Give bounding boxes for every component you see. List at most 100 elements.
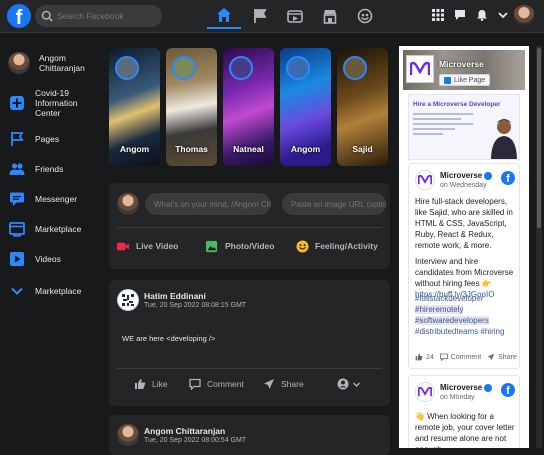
story-card[interactable]: Sajid [337,48,388,166]
ad-text-lines [413,113,473,138]
store-icon [323,10,337,24]
hashtag-link[interactable]: #hiring [480,327,504,336]
hashtag-link[interactable]: #fullstackdeveloper [415,294,483,303]
avatar [117,193,139,215]
post-author[interactable]: Angom Chittaranjan [144,426,225,436]
post-text: Hire full-stack developers, like Sajid, … [415,197,513,250]
post-page-name[interactable]: Microverse [440,171,493,180]
plus-icon [8,94,26,112]
image-url-input[interactable] [282,193,386,215]
verified-icon [484,383,493,392]
like-button[interactable]: Like [134,378,168,390]
watch-tab[interactable] [278,3,312,29]
story-name: Sajid [352,144,373,154]
hashtag-link[interactable]: #distributedteams [415,327,478,336]
comment-button[interactable]: Comment [451,354,481,361]
post-page-name[interactable]: Microverse [440,383,493,392]
microverse-logo-icon[interactable] [406,55,434,83]
post-actions: 24 Comment Share [415,353,517,361]
post-timestamp: Tue, 20 Sep 2022 08:00:54 GMT [144,437,247,444]
author-logo-icon [122,294,134,306]
sidebar-item-covid[interactable]: Covid-19 Information Center [8,88,100,118]
post-date: on Monday [440,394,475,401]
feed-post: Angom Chittaranjan Tue, 20 Sep 2022 08:0… [109,415,390,455]
page-plugin-panel: Microverse Like Page Hire a Microverse D… [399,46,529,448]
comment-button[interactable]: Comment [189,378,244,390]
home-icon [217,8,231,22]
pages-tab[interactable] [243,3,277,29]
chevron-down-icon [498,12,508,19]
sidebar-item-messenger[interactable]: Messenger [8,190,100,208]
store-icon [8,220,26,238]
post-hashtags: #fullstackdeveloper #hireremotely #softw… [415,293,519,337]
facebook-icon[interactable]: f [501,383,515,397]
grid-icon [432,9,444,21]
status-input[interactable] [145,193,271,215]
post-timestamp: Tue, 20 Sep 2022 08:08:15 GMT [144,302,247,309]
groups-tab[interactable] [348,3,382,29]
sidebar-item-label: Marketplace [35,224,82,234]
story-name: Angom [290,144,321,154]
audience-selector[interactable] [337,378,361,390]
sidebar-item-pages[interactable]: Pages [8,130,100,148]
story-avatar [343,56,367,80]
sidebar-item-profile[interactable]: Angom Chittaranjan [8,52,100,74]
sidebar-item-marketplace[interactable]: Marketplace [8,220,100,238]
ad-person-image [491,117,517,159]
sidebar-item-see-more[interactable]: Marketplace [8,282,100,300]
search-input[interactable] [57,11,157,21]
home-tab[interactable] [207,3,241,29]
sidebar-item-videos[interactable]: Videos [8,250,100,268]
thumbs-up-icon [135,379,146,389]
story-card[interactable]: Angom [280,48,331,166]
feeling-activity-button[interactable]: Feeling/Activity [296,237,378,255]
menu-grid-button[interactable] [431,8,445,22]
notifications-button[interactable] [475,8,489,22]
share-button[interactable]: Share [263,378,304,390]
smile-icon [296,239,309,253]
avatar [8,52,30,74]
facebook-icon[interactable]: f [501,171,515,185]
story-card[interactable]: Natneal [223,48,274,166]
story-card[interactable]: Angom [109,48,160,166]
story-card[interactable]: Thomas [166,48,217,166]
scrollbar-thumb[interactable] [537,48,541,228]
chevron-down-icon [353,382,360,387]
ad-title: Hire a Microverse Developer [413,101,501,108]
flag-icon [8,130,26,148]
facebook-logo[interactable]: f [7,4,31,28]
ad-image[interactable]: Hire a Microverse Developer [408,94,520,160]
messenger-button[interactable] [453,8,467,22]
photo-video-button[interactable]: Photo/Video [206,237,274,255]
hashtag-link[interactable]: #hireremotely [415,305,464,314]
microverse-logo-icon[interactable] [415,170,435,190]
share-button[interactable]: Share [498,354,517,361]
post-composer: Live Video Photo/Video Feeling/Activity [109,183,390,269]
marketplace-tab[interactable] [313,3,347,29]
like-page-button[interactable]: Like Page [439,74,491,86]
live-video-button[interactable]: Live Video [117,237,178,255]
gaming-icon [357,8,373,24]
comment-label: Comment [207,379,244,389]
thumbs-up-icon [415,353,423,361]
search-box[interactable] [35,5,162,27]
flag-icon [254,9,267,23]
microverse-logo-icon[interactable] [415,382,435,402]
hashtag-link[interactable]: #softwaredevelopers [415,316,489,325]
chevron-down-icon [8,282,26,300]
story-avatar [229,56,253,80]
post-body: WE are here <developing /> [122,334,216,343]
profile-avatar[interactable] [513,5,535,27]
post-date: on Wednesday [440,182,487,189]
post-author[interactable]: Hatim Eddinani [144,291,206,301]
story-name: Natneal [233,144,264,154]
chat-icon [455,10,465,20]
sidebar-item-label: Friends [35,164,64,174]
sidebar-item-label: Messenger [35,194,78,204]
like-count[interactable]: 24 [426,354,434,361]
search-icon [41,10,53,22]
post-text: 👋 When looking for a remote job, your co… [415,412,515,448]
account-dropdown-button[interactable] [496,8,510,22]
page-name[interactable]: Microverse [439,59,484,69]
sidebar-item-friends[interactable]: Friends [8,160,100,178]
